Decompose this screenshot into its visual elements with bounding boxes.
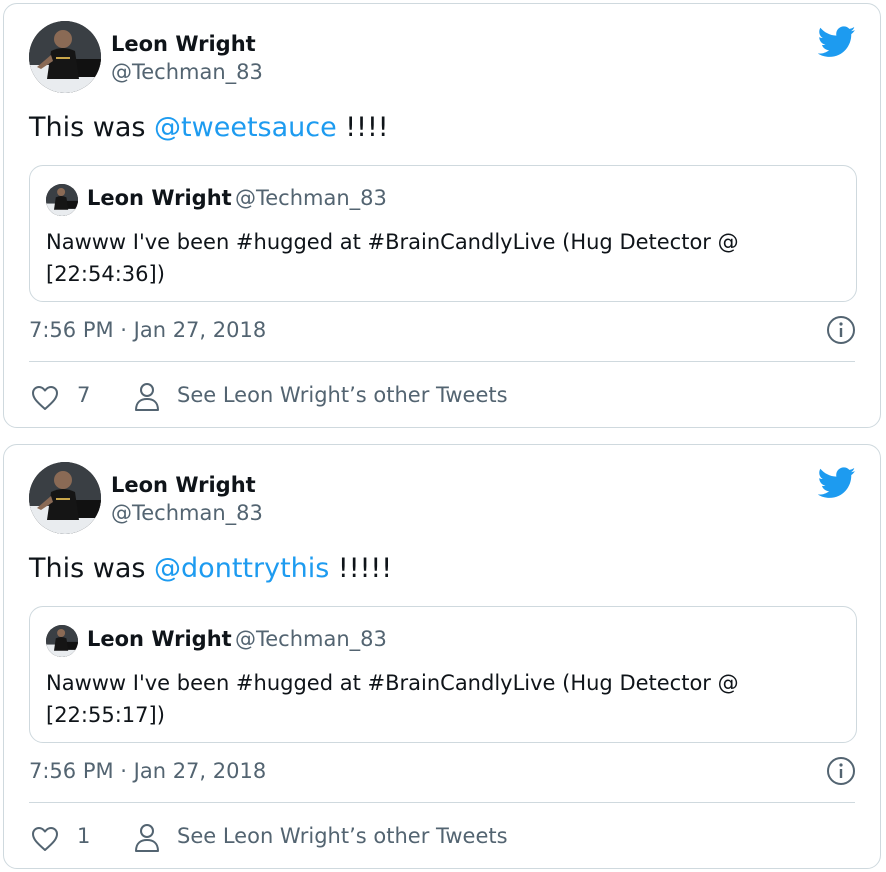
author-name[interactable]: Leon Wright [111, 473, 256, 497]
quoted-author-handle: @Techman_83 [235, 627, 387, 651]
tweet-card[interactable]: Leon Wright @Techman_83 This was @donttr… [3, 444, 881, 869]
twitter-bird-icon[interactable] [817, 467, 856, 499]
heart-icon[interactable] [31, 385, 59, 411]
tweet-text: This was @donttrythis !!!!! [29, 553, 392, 584]
quoted-tweet[interactable]: Leon Wright @Techman_83 Nawww I've been … [29, 165, 857, 302]
divider [29, 802, 855, 803]
tweet-text-suffix: !!!! [336, 112, 389, 143]
quoted-avatar [46, 184, 78, 216]
tweet-actions: 1 See Leon Wright’s other Tweets [29, 820, 849, 856]
other-tweets-link[interactable]: See Leon Wright’s other Tweets [177, 824, 508, 848]
avatar[interactable] [29, 462, 101, 534]
timestamp-link[interactable]: 7:56 PM · Jan 27, 2018 [29, 318, 266, 342]
mention-link[interactable]: @tweetsauce [154, 112, 337, 143]
tweet-text-suffix: !!!!! [329, 553, 393, 584]
tweet-card[interactable]: Leon Wright @Techman_83 This was @tweets… [3, 3, 881, 428]
info-icon[interactable] [826, 315, 856, 345]
author-handle[interactable]: @Techman_83 [111, 60, 263, 84]
tweet-text: This was @tweetsauce !!!! [29, 112, 389, 143]
mention-link[interactable]: @donttrythis [154, 553, 329, 584]
quoted-text: Nawww I've been #hugged at #BrainCandlyL… [46, 230, 739, 286]
other-tweets-link[interactable]: See Leon Wright’s other Tweets [177, 383, 508, 407]
author-handle[interactable]: @Techman_83 [111, 501, 263, 525]
quoted-text: Nawww I've been #hugged at #BrainCandlyL… [46, 671, 739, 727]
person-icon[interactable] [133, 382, 161, 412]
tweet-text-prefix: This was [29, 553, 155, 584]
quoted-author-name: Leon Wright [87, 186, 232, 210]
person-icon[interactable] [133, 823, 161, 853]
like-count[interactable]: 7 [77, 383, 90, 407]
info-icon[interactable] [826, 756, 856, 786]
timestamp-link[interactable]: 7:56 PM · Jan 27, 2018 [29, 759, 266, 783]
tweet-text-prefix: This was [29, 112, 155, 143]
divider [29, 361, 855, 362]
author-name[interactable]: Leon Wright [111, 32, 256, 56]
like-count[interactable]: 1 [77, 824, 90, 848]
quoted-tweet[interactable]: Leon Wright @Techman_83 Nawww I've been … [29, 606, 857, 743]
quoted-author-handle: @Techman_83 [235, 186, 387, 210]
heart-icon[interactable] [31, 826, 59, 852]
tweet-actions: 7 See Leon Wright’s other Tweets [29, 379, 849, 415]
avatar[interactable] [29, 21, 101, 93]
twitter-bird-icon[interactable] [817, 26, 856, 58]
quoted-author-name: Leon Wright [87, 627, 232, 651]
quoted-avatar [46, 625, 78, 657]
